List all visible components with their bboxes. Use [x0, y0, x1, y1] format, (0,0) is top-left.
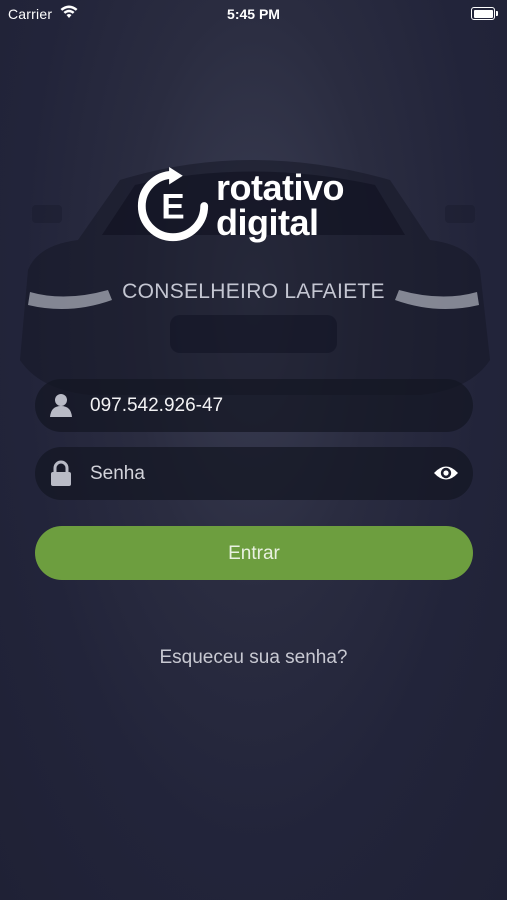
- battery-icon: [471, 7, 498, 20]
- user-input[interactable]: [90, 379, 420, 432]
- logo-mark-icon: E: [137, 167, 209, 242]
- user-field[interactable]: [35, 379, 473, 432]
- user-icon: [50, 394, 72, 417]
- logo-wordmark: rotativo digital: [216, 167, 345, 243]
- city-name: CONSELHEIRO LAFAIETE: [122, 280, 385, 303]
- logo-line-1: rotativo: [216, 167, 345, 208]
- forgot-password-link[interactable]: Esqueceu sua senha?: [0, 647, 507, 669]
- eye-icon[interactable]: [433, 462, 459, 484]
- logo-line-2: digital: [216, 202, 319, 243]
- login-screen: Carrier 5:45 PM E rotativo digital CONSE…: [0, 0, 507, 900]
- password-field[interactable]: [35, 447, 473, 500]
- lock-icon: [51, 460, 71, 486]
- login-button[interactable]: Entrar: [35, 526, 473, 580]
- logo-mark-letter: E: [161, 188, 184, 227]
- app-logo: E rotativo digital: [134, 166, 394, 256]
- status-time: 5:45 PM: [227, 6, 280, 22]
- status-bar: Carrier 5:45 PM: [0, 0, 507, 28]
- password-input[interactable]: [90, 447, 420, 500]
